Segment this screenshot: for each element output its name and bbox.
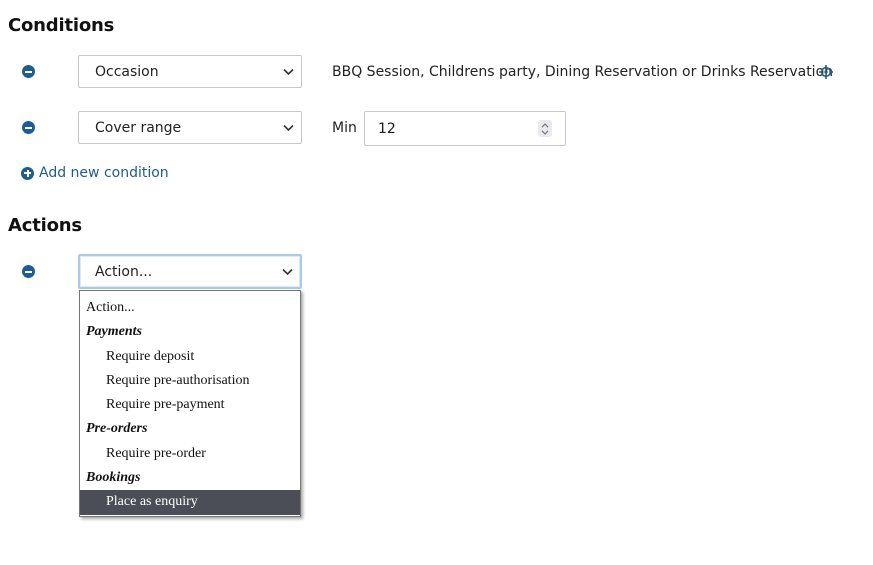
remove-condition-occasion-button[interactable] bbox=[22, 65, 35, 78]
select-value: Action... bbox=[95, 263, 153, 280]
option-require-pre-authorisation[interactable]: Require pre-authorisation bbox=[80, 369, 300, 393]
option-place-as-enquiry[interactable]: Place as enquiry bbox=[80, 490, 300, 515]
chevron-down-icon bbox=[283, 124, 294, 131]
condition-field-select-cover-range[interactable]: Cover range bbox=[78, 111, 302, 144]
stepper-up-icon[interactable] bbox=[541, 122, 549, 128]
remove-condition-cover-range-button[interactable] bbox=[22, 121, 35, 134]
select-value: Occasion bbox=[95, 63, 159, 80]
select-value: Cover range bbox=[95, 119, 182, 136]
optgroup-bookings: Bookings bbox=[86, 470, 141, 486]
crosshair-icon[interactable] bbox=[819, 65, 833, 79]
add-new-condition-link[interactable]: Add new condition bbox=[21, 165, 169, 181]
add-new-condition-label: Add new condition bbox=[39, 165, 169, 181]
optgroup-payments: Payments bbox=[86, 324, 142, 340]
min-label: Min bbox=[332, 120, 357, 136]
optgroup-pre-orders: Pre-orders bbox=[86, 421, 148, 437]
option-require-pre-payment[interactable]: Require pre-payment bbox=[80, 393, 300, 417]
conditions-heading: Conditions bbox=[8, 15, 115, 36]
chevron-down-icon bbox=[283, 68, 294, 75]
occasion-values-text: BBQ Session, Childrens party, Dining Res… bbox=[332, 64, 834, 80]
min-covers-value: 12 bbox=[378, 120, 396, 137]
stepper-down-icon[interactable] bbox=[541, 129, 549, 135]
option-require-deposit[interactable]: Require deposit bbox=[80, 345, 300, 369]
option-placeholder[interactable]: Action... bbox=[80, 296, 300, 320]
remove-action-button[interactable] bbox=[22, 265, 35, 278]
min-covers-input[interactable]: 12 bbox=[364, 111, 566, 146]
action-select[interactable]: Action... bbox=[78, 254, 302, 289]
chevron-down-icon bbox=[282, 268, 293, 275]
condition-field-select-occasion[interactable]: Occasion bbox=[78, 55, 302, 88]
stepper-icon[interactable] bbox=[538, 120, 552, 137]
actions-heading: Actions bbox=[8, 215, 82, 236]
action-dropdown-list: Action... Payments Require deposit Requi… bbox=[79, 290, 301, 517]
option-require-pre-order[interactable]: Require pre-order bbox=[80, 442, 300, 466]
plus-circle-icon bbox=[21, 166, 34, 180]
